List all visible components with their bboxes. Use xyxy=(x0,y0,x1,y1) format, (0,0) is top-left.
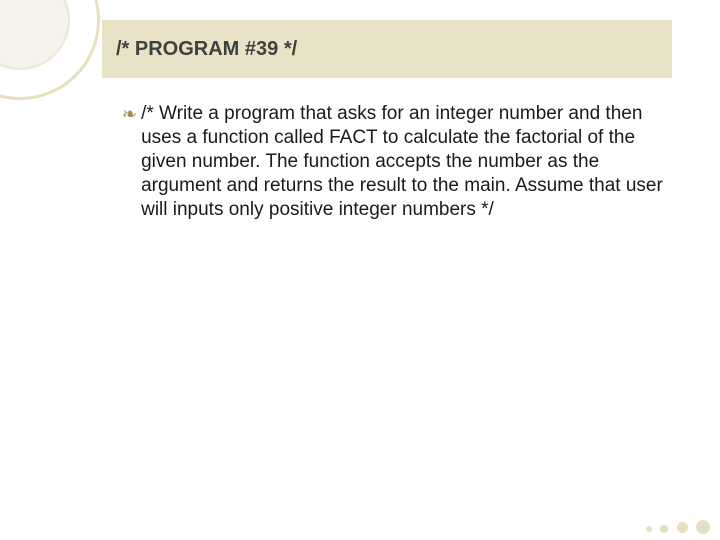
slide-title: /* PROGRAM #39 */ xyxy=(116,38,297,61)
title-bar: /* PROGRAM #39 */ xyxy=(102,20,672,78)
content-area: ❧ /* Write a program that asks for an in… xyxy=(122,102,677,222)
bullet-icon: ❧ xyxy=(122,102,137,126)
footer-dots-decoration xyxy=(640,520,710,534)
bullet-item: ❧ /* Write a program that asks for an in… xyxy=(122,102,677,222)
body-text: /* Write a program that asks for an inte… xyxy=(141,102,677,222)
corner-decoration xyxy=(0,0,100,100)
